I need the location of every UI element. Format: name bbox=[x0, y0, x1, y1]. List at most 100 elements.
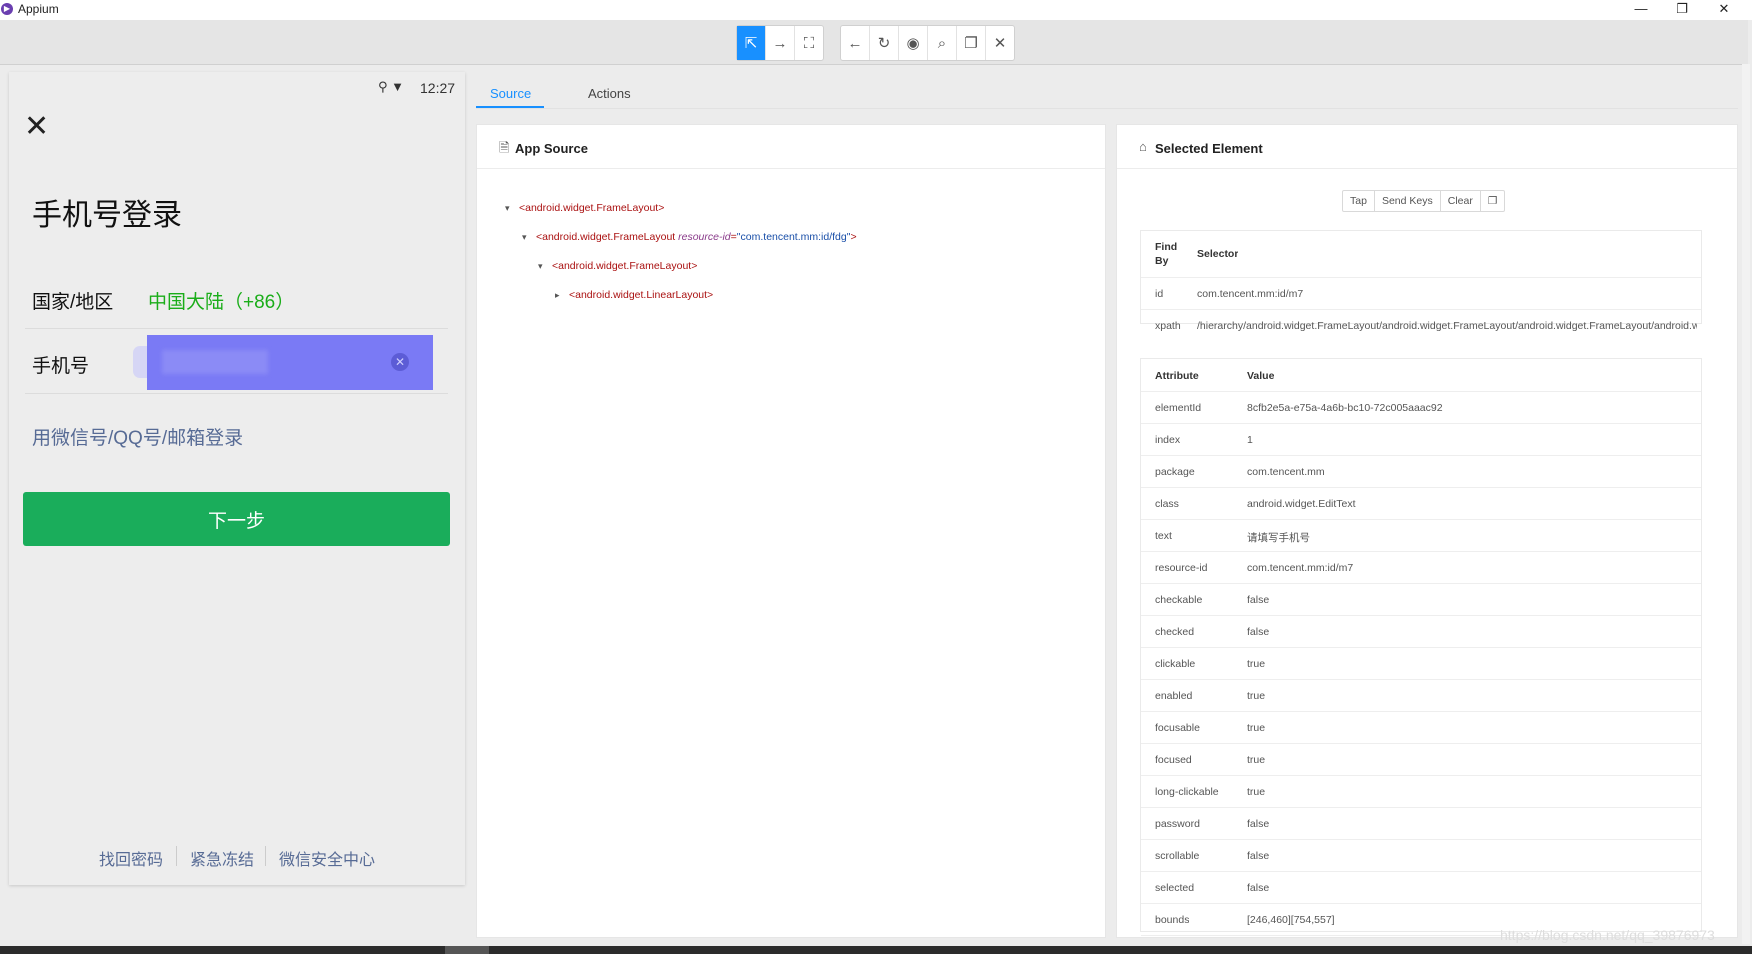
tree-node[interactable]: ▾ <android.widget.FrameLayout> bbox=[505, 202, 664, 214]
security-center-link[interactable]: 微信安全中心 bbox=[279, 846, 375, 870]
expand-toggle-icon[interactable]: ▾ bbox=[538, 261, 552, 272]
attribute-name-cell: class bbox=[1155, 498, 1179, 510]
quit-session-button[interactable]: ✕ bbox=[986, 26, 1014, 60]
eye-icon: ◉ bbox=[906, 35, 920, 52]
table-row: elementId 8cfb2e5a-e75a-4a6b-bc10-72c005a… bbox=[1141, 392, 1701, 424]
recover-password-link[interactable]: 找回密码 bbox=[99, 846, 163, 870]
next-step-button[interactable]: 下一步 bbox=[23, 492, 450, 546]
tap-coordinates-button[interactable]: ⛶ bbox=[795, 26, 823, 60]
attribute-name-cell: index bbox=[1155, 434, 1181, 446]
swipe-icon: → bbox=[772, 34, 788, 52]
attribute-value-cell: false bbox=[1247, 882, 1270, 894]
phone-label: 手机号 bbox=[32, 356, 90, 377]
refresh-button[interactable]: ↻ bbox=[870, 26, 899, 60]
window-title: Appium bbox=[18, 2, 59, 16]
clear-input-icon[interactable]: ✕ bbox=[391, 353, 409, 371]
attribute-value-cell: [246,460][754,557] bbox=[1247, 914, 1335, 926]
copy-icon: ❐ bbox=[1487, 195, 1498, 207]
attribute-name-cell: long-clickable bbox=[1155, 786, 1219, 798]
attribute-value-cell: 8cfb2e5a-e75a-4a6b-bc10-72c005aaac92 bbox=[1247, 402, 1443, 414]
copy-attributes-button[interactable]: ❐ bbox=[1481, 191, 1504, 211]
divider bbox=[25, 328, 448, 329]
swipe-button[interactable]: → bbox=[766, 26, 795, 60]
table-row: password false bbox=[1141, 808, 1701, 840]
tree-node-selected[interactable]: ▸ <android.widget.LinearLayout> bbox=[555, 289, 713, 301]
record-button[interactable]: ◉ bbox=[899, 26, 928, 60]
find-by-header: Find By bbox=[1155, 241, 1178, 267]
attribute-value-cell: true bbox=[1247, 754, 1266, 766]
footer-divider bbox=[265, 846, 266, 866]
input-highlight-edge bbox=[133, 346, 147, 378]
attribute-name-cell: bounds bbox=[1155, 914, 1190, 926]
find-by-cell: xpath bbox=[1155, 320, 1181, 332]
selected-element-title: Selected Element bbox=[1155, 141, 1263, 156]
attribute-value-cell: com.tencent.mm:id/m7 bbox=[1247, 562, 1354, 574]
attribute-name-cell: selected bbox=[1155, 882, 1195, 894]
attribute-name-cell: focusable bbox=[1155, 722, 1200, 734]
find-by-cell: id bbox=[1155, 288, 1164, 300]
attribute-value-cell: com.tencent.mm bbox=[1247, 466, 1325, 478]
attribute-name-cell: resource-id bbox=[1155, 562, 1208, 574]
select-elements-button[interactable]: ⇱ bbox=[737, 26, 766, 60]
copy-xml-button[interactable]: ❐ bbox=[957, 26, 986, 60]
attribute-name-cell: clickable bbox=[1155, 658, 1196, 670]
minimize-button[interactable]: — bbox=[1621, 0, 1661, 20]
maximize-button[interactable]: ❐ bbox=[1662, 0, 1702, 20]
table-row: scrollable false bbox=[1141, 840, 1701, 872]
clear-button[interactable]: Clear bbox=[1441, 191, 1481, 211]
selector-table-header: Find By Selector bbox=[1141, 231, 1701, 278]
refresh-icon: ↻ bbox=[877, 35, 891, 52]
tree-node-attr-value: "com.tencent.mm:id/fdg" bbox=[736, 231, 851, 243]
attribute-value-cell: true bbox=[1247, 690, 1266, 702]
close-icon[interactable]: ✕ bbox=[24, 112, 49, 142]
attribute-table: Attribute Value elementId 8cfb2e5a-e75a-4… bbox=[1140, 358, 1702, 936]
quit-icon: ✕ bbox=[993, 35, 1007, 52]
expand-toggle-icon[interactable]: ▸ bbox=[555, 290, 569, 301]
tree-node-tag: <android.widget.FrameLayout> bbox=[519, 202, 665, 214]
table-row: focused true bbox=[1141, 744, 1701, 776]
selected-element-header: ⌂ Selected Element bbox=[1117, 125, 1737, 169]
app-source-header: 🗎 App Source bbox=[477, 125, 1105, 169]
tree-node-tag: <android.widget.LinearLayout> bbox=[569, 289, 714, 301]
selector-table: Find By Selector id com.tencent.mm:id/m7… bbox=[1140, 230, 1702, 332]
alternate-login-link[interactable]: 用微信号/QQ号/邮箱登录 bbox=[32, 423, 243, 450]
emergency-freeze-link[interactable]: 紧急冻结 bbox=[190, 846, 254, 870]
document-icon: 🗎 bbox=[499, 140, 510, 155]
selector-cell[interactable]: /hierarchy/android.widget.FrameLayout/an… bbox=[1197, 320, 1697, 332]
attribute-name-cell: scrollable bbox=[1155, 850, 1200, 862]
country-label: 国家/地区 bbox=[32, 292, 114, 313]
table-row: clickable true bbox=[1141, 648, 1701, 680]
watermark: https://blog.csdn.net/qq_39876973 bbox=[1500, 927, 1715, 943]
tree-node[interactable]: ▾ <android.widget.FrameLayout resource-id… bbox=[522, 231, 857, 243]
selector-cell[interactable]: com.tencent.mm:id/m7 bbox=[1197, 288, 1697, 300]
tree-node[interactable]: ▾ <android.widget.FrameLayout> bbox=[538, 260, 697, 272]
attribute-value-cell: false bbox=[1247, 594, 1270, 606]
toolbar-navigation-group: ← ↻ ◉ ⌕ ❐ ✕ bbox=[840, 25, 1015, 61]
attribute-name-cell: elementId bbox=[1155, 402, 1202, 414]
tab-actions[interactable]: Actions bbox=[588, 86, 631, 101]
tab-source[interactable]: Source bbox=[490, 86, 531, 101]
table-row: class android.widget.EditText bbox=[1141, 488, 1701, 520]
tree-node-tag: <android.widget.FrameLayout bbox=[536, 231, 679, 243]
attribute-value-cell: true bbox=[1247, 722, 1266, 734]
title-bar bbox=[0, 0, 1752, 20]
search-button[interactable]: ⌕ bbox=[928, 26, 957, 60]
expand-toggle-icon[interactable]: ▾ bbox=[522, 232, 536, 243]
back-button[interactable]: ← bbox=[841, 26, 870, 60]
value-header: Value bbox=[1247, 370, 1275, 382]
taskbar-item[interactable] bbox=[445, 946, 489, 954]
element-action-buttons: Tap Send Keys Clear ❐ bbox=[1342, 190, 1506, 212]
close-window-button[interactable]: ✕ bbox=[1704, 0, 1744, 20]
attribute-value-cell: true bbox=[1247, 658, 1266, 670]
country-value[interactable]: 中国大陆（+86） bbox=[148, 287, 294, 314]
attribute-value-cell: 请填写手机号 bbox=[1247, 532, 1310, 544]
tree-node-tag: <android.widget.FrameLayout> bbox=[552, 260, 698, 272]
attribute-value-cell: false bbox=[1247, 626, 1270, 638]
scrollbar[interactable] bbox=[1742, 64, 1750, 944]
attribute-name-cell: password bbox=[1155, 818, 1200, 830]
expand-toggle-icon[interactable]: ▾ bbox=[505, 203, 519, 214]
tap-button[interactable]: Tap bbox=[1343, 191, 1375, 211]
tree-node-close: > bbox=[850, 231, 857, 243]
send-keys-button[interactable]: Send Keys bbox=[1375, 191, 1441, 211]
attribute-header: Attribute bbox=[1155, 370, 1199, 382]
